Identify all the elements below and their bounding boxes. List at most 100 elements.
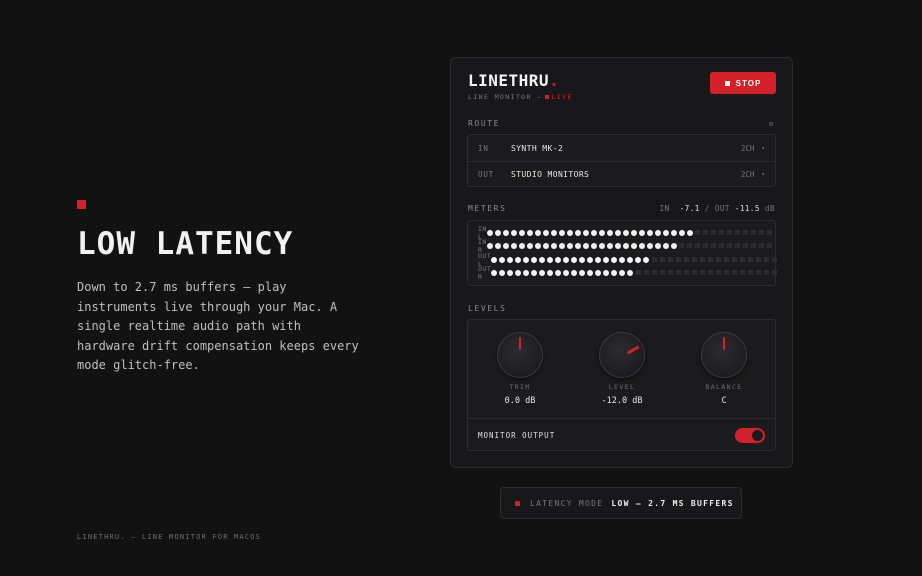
meter-segment-lit [491,256,498,263]
meter-segment-off [751,229,757,235]
meter-segment-lit [515,256,522,263]
meter-segment-off [699,270,705,276]
latency-mode-value: LOW — 2.7 MS BUFFERS [611,498,734,508]
meter-segment-lit [619,256,626,263]
trim-knob[interactable] [497,332,543,378]
meter-segment-lit [646,243,653,250]
meter-segment-lit [571,270,578,277]
knob-label: TRIM [509,383,531,391]
knob-label: BALANCE [705,383,743,391]
meter-segment-lit [542,243,549,250]
meter-segment-lit [603,270,610,277]
meter-segment-lit [686,229,693,236]
meter-segment-lit [611,270,618,277]
meter-segment-off [715,270,721,276]
meters-box: IN L IN R OUT L OUT R [467,220,777,286]
route-tag: OUT [478,170,494,179]
meter-segment-off [755,270,761,276]
chevron-down-icon: ▾ [761,171,765,178]
meter-segment-off [743,229,749,235]
meter-segment-lit [630,229,637,236]
meter-out-label: OUT [714,204,730,213]
subtitle-text: LINE MONITOR — [468,93,543,101]
meter-segment-lit [595,256,602,263]
meter-segment-off [727,243,733,249]
meter-segment-off [651,256,657,262]
levels-box: TRIM 0.0 dB LEVEL -12.0 dB BALANCE C MON… [467,319,776,451]
meter-segment-lit [566,243,573,250]
gear-icon[interactable]: ⚙ [769,120,773,128]
meter-segment-lit [606,229,613,236]
monitor-output-row: MONITOR OUTPUT [468,418,775,451]
meter-segment-lit [590,229,597,236]
knob-indicator [518,337,522,350]
meter-segment-lit [547,270,554,277]
meter-segment-lit [507,270,514,277]
meter-segment-off [683,256,689,262]
meter-out-value: -11.5 [734,204,760,213]
meter-segment-lit [587,270,594,277]
meter-segment-lit [582,229,589,236]
meter-segment-lit [486,243,493,250]
meter-segment-lit [491,270,498,277]
balance-knob[interactable] [701,332,747,378]
live-indicator-icon [545,94,550,99]
meter-segment-lit [539,270,546,277]
meter-segment-lit [566,229,573,236]
meter-segment-lit [678,229,685,236]
meter-segment-lit [526,229,533,236]
meter-segment-lit [598,229,605,236]
meter-segment-off [755,256,761,262]
meter-segment-off [643,270,649,276]
route-output-select[interactable]: OUT STUDIO MONITORS 2CH ▾ [468,161,775,187]
level-knob[interactable] [599,332,645,378]
meter-segment-lit [502,229,509,236]
meter-segment-lit [539,256,546,263]
meter-segment-off [739,270,745,276]
toggle-knob [752,429,763,441]
meter-segment-lit [662,243,669,250]
meter-segment-lit [518,229,525,236]
meter-segment-lit [499,256,506,263]
knob-indicator [626,345,640,355]
latency-mode-selector[interactable]: LATENCY MODE LOW — 2.7 MS BUFFERS [500,487,742,519]
stop-button[interactable]: STOP [710,72,776,94]
meter-segment-lit [563,256,570,263]
meter-unit: dB [764,204,775,213]
meter-segment-lit [627,256,634,263]
app-brand: LINETHRU. [468,71,559,90]
meter-segment-lit [622,243,629,250]
level-control: LEVEL -12.0 dB [582,332,662,406]
meter-segment-off [659,256,665,262]
trim-control: TRIM 0.0 dB [480,332,560,406]
meter-segment-off [679,243,685,249]
footer-note: LINETHRU. — LINE MONITOR FOR MACOS [77,533,262,541]
meter-segment-lit [523,270,530,277]
meter-segment-lit [595,270,602,277]
meter-segment-off [675,270,681,276]
meter-segment-lit [547,256,554,263]
meter-segment-lit [550,229,557,236]
meter-segment-off [635,270,641,276]
meter-segment-lit [670,243,677,250]
meter-segment-lit [555,270,562,277]
meter-segment-off [759,229,765,235]
route-input-select[interactable]: IN SYNTH MK-2 2CH ▾ [468,135,775,161]
hero-headline: LOW LATENCY [77,226,294,262]
brand-name: LINETHRU [468,71,550,90]
latency-mode-label: LATENCY MODE [530,498,604,508]
monitor-output-label: MONITOR OUTPUT [478,430,556,440]
meter-segment-off [731,256,737,262]
route-channels: 2CH [740,143,755,153]
meter-segment-lit [614,243,621,250]
route-tag: IN [478,143,489,153]
meter-segment-lit [542,229,549,236]
meter-segment-lit [563,270,570,277]
meter-segment-off [747,270,753,276]
balance-control: BALANCE C [684,332,764,406]
meter-segment-off [751,243,757,249]
meter-bar [486,229,773,236]
monitor-output-toggle[interactable] [735,427,765,443]
app-subtitle: LINE MONITOR — LIVE [468,93,573,101]
meter-segment-lit [590,243,597,250]
